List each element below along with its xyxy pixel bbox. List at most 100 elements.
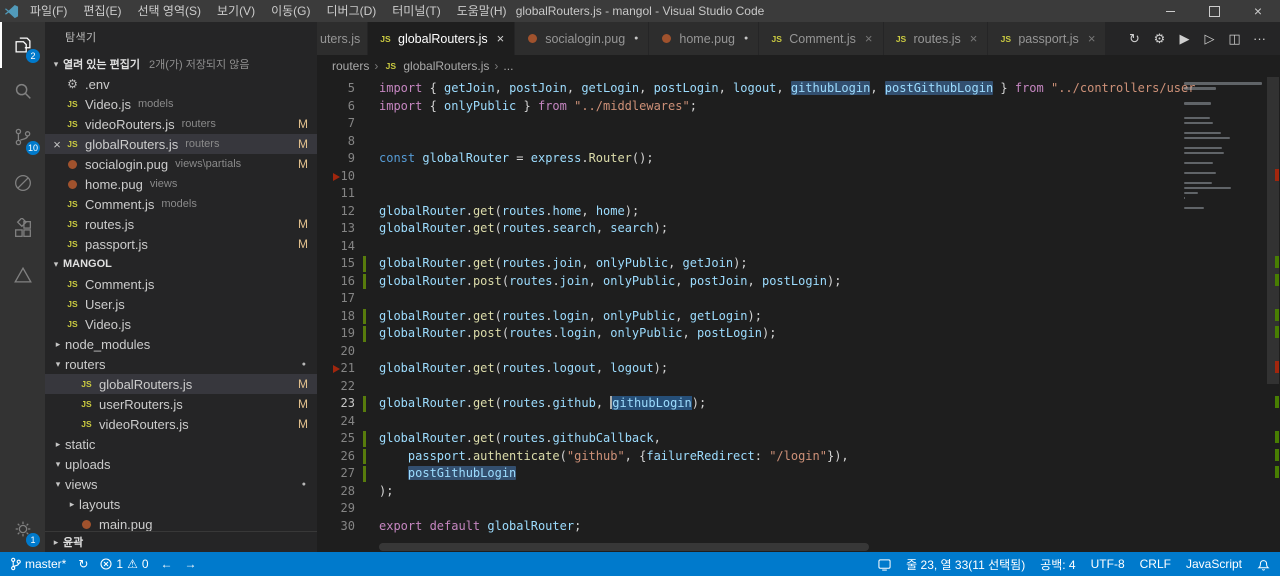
tree-item[interactable]: JSVideo.js	[45, 314, 317, 334]
gutter[interactable]: 22	[317, 378, 379, 396]
line-content[interactable]	[379, 290, 1280, 308]
tab[interactable]: JSComment.js×	[759, 22, 883, 55]
open-editor-item[interactable]: JSVideo.jsmodels	[45, 94, 317, 114]
line-content[interactable]: globalRouter.post(routes.login, onlyPubl…	[379, 325, 1280, 343]
line-content[interactable]	[379, 133, 1280, 151]
open-editor-item[interactable]: JSroutes.jsM	[45, 214, 317, 234]
gutter[interactable]: 18	[317, 308, 379, 326]
line-content[interactable]	[379, 115, 1280, 133]
gutter[interactable]: 27	[317, 465, 379, 483]
line-content[interactable]: globalRouter.get(routes.logout, logout);	[379, 360, 1280, 378]
sync-changes-icon[interactable]: ↻	[1122, 31, 1147, 47]
menu-item[interactable]: 파일(F)	[22, 0, 75, 22]
line-content[interactable]: globalRouter.get(routes.githubCallback,	[379, 430, 1280, 448]
line-content[interactable]	[379, 413, 1280, 431]
gutter[interactable]: 17	[317, 290, 379, 308]
tab[interactable]: home.pug●	[649, 22, 759, 55]
cursor-position[interactable]: 줄 23, 열 33(11 선택됨)	[906, 556, 1025, 573]
minimize-button[interactable]	[1148, 0, 1192, 22]
gutter[interactable]: 20	[317, 343, 379, 361]
menu-item[interactable]: 터미널(T)	[384, 0, 448, 22]
gutter[interactable]: 16	[317, 273, 379, 291]
nav-forward-button[interactable]: →	[185, 557, 197, 571]
activity-debug[interactable]	[0, 160, 45, 206]
eol-setting[interactable]: CRLF	[1140, 557, 1171, 571]
gutter[interactable]: 29	[317, 500, 379, 518]
tab[interactable]: JSpassport.js×	[988, 22, 1106, 55]
breadcrumb-item[interactable]: routers	[332, 59, 369, 73]
open-editor-item[interactable]: JSpassport.jsM	[45, 234, 317, 254]
menu-item[interactable]: 편집(E)	[75, 0, 129, 22]
dirty-indicator-icon[interactable]: ●	[744, 35, 748, 42]
tab[interactable]: uters.js	[317, 22, 368, 55]
dirty-indicator-icon[interactable]: ●	[634, 35, 638, 42]
line-content[interactable]: export default globalRouter;	[379, 518, 1280, 536]
line-content[interactable]: globalRouter.post(routes.join, onlyPubli…	[379, 273, 1280, 291]
line-content[interactable]	[379, 343, 1280, 361]
nav-back-button[interactable]: ←	[161, 557, 173, 571]
menu-item[interactable]: 선택 영역(S)	[129, 0, 209, 22]
gutter[interactable]: 11	[317, 185, 379, 203]
activity-search[interactable]	[0, 68, 45, 114]
menu-item[interactable]: 보기(V)	[209, 0, 263, 22]
minimap[interactable]	[1184, 82, 1266, 212]
tree-item[interactable]: JSComment.js	[45, 274, 317, 294]
line-content[interactable]	[379, 500, 1280, 518]
gutter[interactable]: 10	[317, 168, 379, 186]
settings-gear-icon[interactable]: ⚙	[1147, 31, 1172, 47]
tree-item[interactable]: ▾routers●	[45, 354, 317, 374]
notifications-button[interactable]	[1257, 558, 1270, 571]
gutter[interactable]: 25	[317, 430, 379, 448]
menu-item[interactable]: 이동(G)	[263, 0, 318, 22]
activity-azure[interactable]	[0, 252, 45, 298]
gutter[interactable]: 13	[317, 220, 379, 238]
line-content[interactable]: postGithubLogin	[379, 465, 1280, 483]
feedback-button[interactable]	[878, 558, 891, 571]
open-editor-item[interactable]: ×JSglobalRouters.jsroutersM	[45, 134, 317, 154]
breadcrumb-item[interactable]: JSglobalRouters.js	[383, 59, 489, 74]
open-editor-item[interactable]: JSComment.jsmodels	[45, 194, 317, 214]
line-content[interactable]: globalRouter.get(routes.login, onlyPubli…	[379, 308, 1280, 326]
gutter[interactable]: 12	[317, 203, 379, 221]
tab[interactable]: socialogin.pug●	[515, 22, 649, 55]
line-content[interactable]	[379, 168, 1280, 186]
gutter[interactable]: 9	[317, 150, 379, 168]
close-icon[interactable]: ×	[497, 31, 505, 46]
gutter[interactable]: 23	[317, 395, 379, 413]
close-icon[interactable]: ×	[865, 31, 873, 46]
gutter[interactable]: 24	[317, 413, 379, 431]
tree-item[interactable]: JSglobalRouters.jsM	[45, 374, 317, 394]
line-content[interactable]: );	[379, 483, 1280, 501]
line-content[interactable]: globalRouter.get(routes.home, home);	[379, 203, 1280, 221]
git-branch-indicator[interactable]: master*	[10, 557, 66, 571]
activity-explorer[interactable]: 2	[0, 22, 45, 68]
line-content[interactable]: const globalRouter = express.Router();	[379, 150, 1280, 168]
gutter[interactable]: 8	[317, 133, 379, 151]
gutter[interactable]: 15	[317, 255, 379, 273]
tree-item[interactable]: ▾uploads	[45, 454, 317, 474]
breadcrumb-item[interactable]: ...	[503, 59, 513, 73]
close-icon[interactable]: ×	[970, 31, 978, 46]
menu-item[interactable]: 도움말(H)	[449, 0, 515, 22]
open-editor-item[interactable]: JSvideoRouters.jsroutersM	[45, 114, 317, 134]
activity-source-control[interactable]: 10	[0, 114, 45, 160]
run-without-debugging-icon[interactable]: ▷	[1197, 31, 1222, 47]
open-editors-header[interactable]: ▾ 열려 있는 편집기 2개(가) 저장되지 않음	[45, 54, 317, 74]
tree-item[interactable]: JSuserRouters.jsM	[45, 394, 317, 414]
line-content[interactable]: import { getJoin, postJoin, getLogin, po…	[379, 80, 1280, 98]
open-editor-item[interactable]: home.pugviews	[45, 174, 317, 194]
tree-item[interactable]: ▾views●	[45, 474, 317, 494]
line-content[interactable]: import { onlyPublic } from "../middlewar…	[379, 98, 1280, 116]
activity-extensions[interactable]	[0, 206, 45, 252]
gutter[interactable]: 7	[317, 115, 379, 133]
gutter[interactable]: 21	[317, 360, 379, 378]
horizontal-scrollbar[interactable]	[379, 542, 1170, 552]
gutter[interactable]: 26	[317, 448, 379, 466]
project-header[interactable]: ▾ MANGOL	[45, 254, 317, 274]
gutter[interactable]: 5	[317, 80, 379, 98]
indentation-setting[interactable]: 공백: 4	[1040, 556, 1075, 573]
open-editor-item[interactable]: socialogin.pugviews\partialsM	[45, 154, 317, 174]
line-content[interactable]	[379, 185, 1280, 203]
gutter[interactable]: 28	[317, 483, 379, 501]
gutter[interactable]: 19	[317, 325, 379, 343]
